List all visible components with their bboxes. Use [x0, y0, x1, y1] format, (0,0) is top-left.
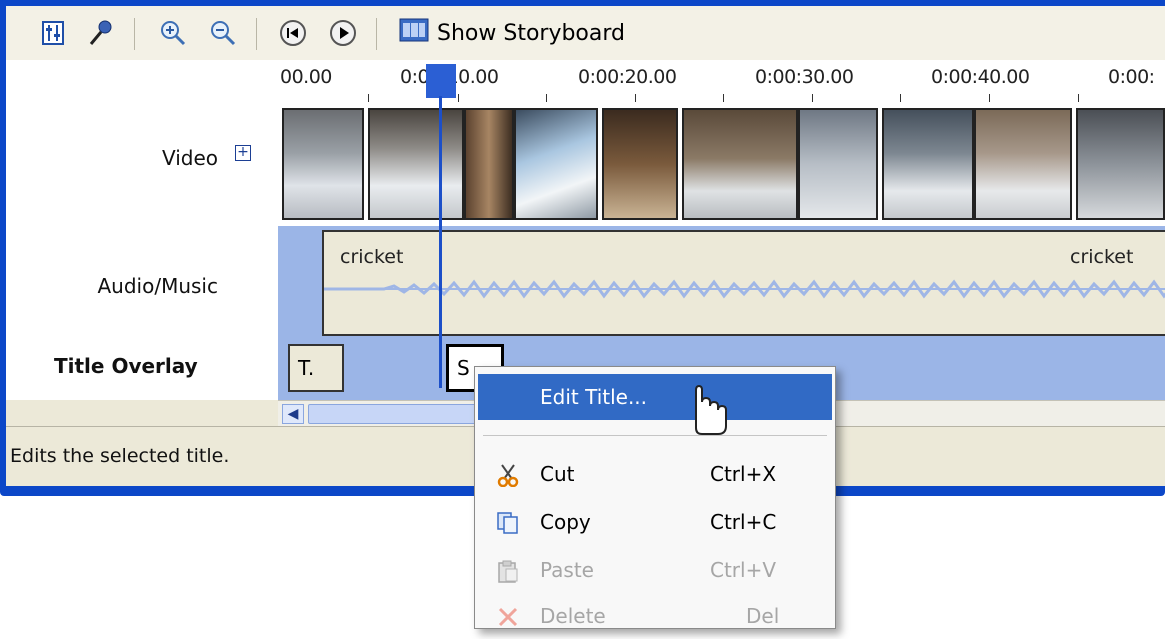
- toolbar-separator: [134, 18, 135, 50]
- play-timeline-icon[interactable]: [328, 18, 358, 48]
- toolbar-separator: [256, 18, 257, 50]
- menu-separator: [483, 435, 827, 436]
- ruler-tick: [546, 94, 547, 102]
- rewind-timeline-icon[interactable]: [278, 18, 308, 48]
- menu-item-label: Delete: [540, 604, 606, 628]
- track-labels-panel: Video + Audio/Music Title Overlay: [6, 60, 278, 400]
- title-clip[interactable]: T.: [288, 344, 344, 392]
- ruler-tick: [458, 94, 459, 102]
- video-clip[interactable]: [974, 108, 1072, 220]
- title-overlay-track-label: Title Overlay: [54, 354, 198, 378]
- playhead-marker[interactable]: [426, 64, 456, 98]
- menu-item-edit-title[interactable]: Edit Title...: [478, 374, 832, 420]
- menu-item-shortcut: Ctrl+V: [710, 558, 777, 582]
- ruler-tick: [812, 94, 813, 102]
- menu-item-label: Paste: [540, 558, 594, 582]
- video-clip[interactable]: [798, 108, 878, 220]
- mouse-pointer-icon: [682, 384, 732, 462]
- toolbar-separator: [376, 18, 377, 50]
- time-ruler[interactable]: 00.00 0:00:10.00 0:00:20.00 0:00:30.00 0…: [278, 60, 1165, 103]
- audio-waveform: [324, 279, 1165, 299]
- ruler-tick: [368, 94, 369, 102]
- video-clip[interactable]: [1076, 108, 1165, 220]
- audio-music-track-label: Audio/Music: [97, 274, 219, 298]
- menu-item-label: Copy: [540, 510, 591, 534]
- audio-clip-name: cricket: [1070, 246, 1134, 268]
- video-clip[interactable]: [282, 108, 364, 220]
- menu-item-label: Cut: [540, 462, 575, 486]
- set-audio-levels-icon[interactable]: [38, 18, 68, 48]
- expand-video-track-button[interactable]: +: [235, 145, 251, 161]
- context-menu: Edit Title... Cut Ctrl+X Copy Ctrl+C Pas…: [474, 366, 836, 629]
- ruler-tick: [900, 94, 901, 102]
- video-clip[interactable]: [882, 108, 974, 220]
- show-storyboard-button[interactable]: Show Storyboard: [399, 14, 625, 52]
- show-storyboard-label: Show Storyboard: [437, 20, 625, 46]
- menu-item-shortcut: Ctrl+C: [710, 510, 777, 534]
- video-clip[interactable]: [682, 108, 798, 220]
- menu-item-cut[interactable]: Cut Ctrl+X: [478, 451, 832, 497]
- narrate-timeline-icon[interactable]: [86, 18, 116, 48]
- storyboard-icon: [399, 18, 429, 48]
- ruler-label: 00.00: [280, 66, 332, 88]
- ruler-tick: [635, 94, 636, 102]
- timeline-toolbar: Show Storyboard: [6, 6, 1165, 61]
- ruler-tick: [1078, 94, 1079, 102]
- zoom-in-icon[interactable]: [158, 18, 188, 48]
- menu-item-label: Edit Title...: [540, 385, 648, 409]
- video-clip[interactable]: [464, 108, 514, 220]
- ruler-tick: [989, 94, 990, 102]
- scissors-icon: [496, 463, 520, 488]
- menu-item-shortcut: Ctrl+X: [710, 462, 777, 486]
- video-clip[interactable]: [602, 108, 678, 220]
- menu-item-copy[interactable]: Copy Ctrl+C: [478, 499, 832, 545]
- menu-item-paste[interactable]: Paste Ctrl+V: [478, 547, 832, 593]
- video-track: [278, 102, 1165, 226]
- audio-clip[interactable]: cricket cricket: [322, 230, 1165, 336]
- ruler-label: 0:00:30.00: [755, 66, 854, 88]
- zoom-out-icon[interactable]: [208, 18, 238, 48]
- ruler-label: 0:00:20.00: [578, 66, 677, 88]
- audio-music-track: cricket cricket: [278, 226, 1165, 340]
- copy-icon: [496, 511, 520, 535]
- video-track-label: Video: [161, 146, 218, 170]
- menu-item-shortcut: Del: [746, 604, 780, 628]
- scroll-left-button[interactable]: ◀: [282, 404, 304, 424]
- playhead-line[interactable]: [439, 96, 442, 388]
- audio-clip-name: cricket: [340, 246, 404, 268]
- ruler-label: 0:00:40.00: [931, 66, 1030, 88]
- delete-icon: [496, 605, 520, 629]
- video-clip[interactable]: [514, 108, 598, 220]
- ruler-label: 0:00:: [1108, 66, 1155, 88]
- menu-item-delete[interactable]: Delete Del: [478, 593, 832, 639]
- video-clip[interactable]: [368, 108, 464, 220]
- ruler-tick: [723, 94, 724, 102]
- paste-icon: [496, 559, 520, 583]
